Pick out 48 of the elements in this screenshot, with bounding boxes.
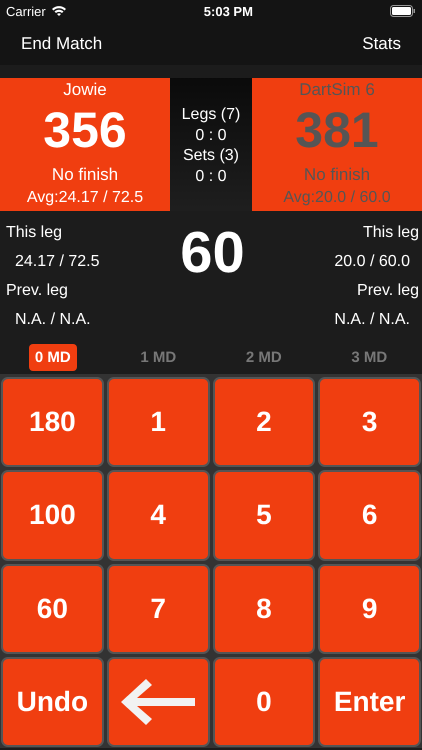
player-score: 356 bbox=[43, 101, 127, 160]
stats-button[interactable]: Stats bbox=[362, 34, 401, 54]
player-score: 381 bbox=[295, 101, 379, 160]
keypad-key[interactable]: 7 bbox=[106, 564, 210, 654]
this-leg-label: This leg bbox=[6, 222, 64, 242]
player-name: Jowie bbox=[63, 80, 107, 100]
keypad-key[interactable]: 3 bbox=[318, 377, 421, 468]
current-score: 60 bbox=[179, 219, 246, 286]
end-match-button[interactable]: End Match bbox=[21, 34, 102, 54]
keypad-key[interactable]: 8 bbox=[212, 564, 316, 654]
md-option[interactable]: 1 MD bbox=[134, 344, 182, 370]
keypad-key[interactable]: 2 bbox=[212, 377, 316, 468]
keypad-key[interactable]: 0 bbox=[212, 656, 316, 747]
wifi-icon bbox=[50, 5, 67, 17]
this-leg-value: 24.17 / 72.5 bbox=[14, 252, 101, 272]
this-leg-value: 20.0 / 60.0 bbox=[333, 252, 411, 272]
keypad-key[interactable]: Undo bbox=[1, 656, 104, 747]
carrier-label: Carrier bbox=[6, 4, 46, 18]
keypad-key[interactable]: 100 bbox=[1, 470, 104, 560]
keypad-key[interactable]: 5 bbox=[212, 470, 316, 560]
average-label: Avg:24.17 / 72.5 bbox=[26, 188, 144, 208]
average-label: Avg:20.0 / 60.0 bbox=[283, 188, 391, 208]
keypad-key[interactable]: Enter bbox=[318, 656, 421, 747]
keypad-key[interactable]: 1 bbox=[106, 377, 210, 468]
left-arrow-icon bbox=[121, 678, 196, 725]
md-option[interactable]: 3 MD bbox=[345, 344, 394, 370]
this-leg-label: This leg bbox=[362, 222, 419, 242]
keypad-key[interactable]: 9 bbox=[318, 564, 421, 654]
keypad-key[interactable]: 180 bbox=[1, 377, 104, 468]
md-option[interactable]: 0 MD bbox=[28, 344, 77, 370]
finish-label: No finish bbox=[52, 164, 118, 186]
prev-leg-label: Prev. leg bbox=[357, 280, 419, 300]
clock-time: 5:03 PM bbox=[204, 4, 253, 18]
prev-leg-value: N.A. / N.A. bbox=[333, 310, 411, 330]
battery-icon bbox=[390, 5, 416, 17]
legs-label: Legs (7) bbox=[182, 105, 240, 125]
prev-leg-label: Prev. leg bbox=[6, 280, 69, 300]
md-option[interactable]: 2 MD bbox=[240, 344, 288, 370]
sets-label: Sets (3) bbox=[182, 146, 239, 166]
player-name: DartSim 6 bbox=[299, 80, 375, 100]
keypad-key[interactable]: 6 bbox=[318, 470, 421, 560]
keypad-key[interactable]: 60 bbox=[1, 564, 104, 654]
finish-label: No finish bbox=[304, 164, 370, 186]
sets-score: 0 : 0 bbox=[195, 166, 227, 186]
keypad-key[interactable]: 4 bbox=[106, 470, 210, 560]
prev-leg-value: N.A. / N.A. bbox=[14, 310, 92, 330]
legs-score: 0 : 0 bbox=[195, 126, 227, 146]
backspace-key[interactable] bbox=[106, 656, 210, 747]
